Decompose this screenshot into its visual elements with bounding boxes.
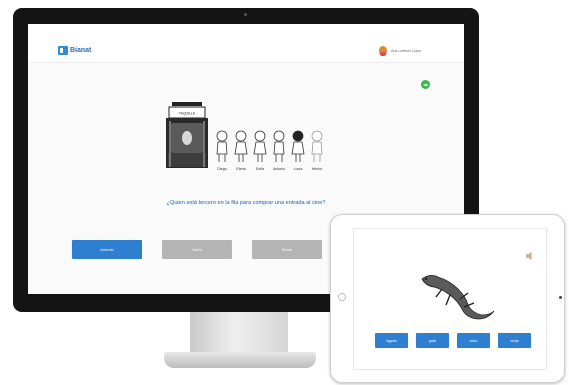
sound-button[interactable]: [421, 80, 430, 89]
ticket-booth-icon: TAQUILLA: [166, 102, 208, 168]
cinema-queue-illustration: TAQUILLA Diego Elena Sofía Antonio Lucía…: [166, 102, 323, 171]
tablet-answer-raton[interactable]: ratón: [457, 333, 490, 348]
logo-icon: [58, 46, 68, 55]
tablet-device: lagarto gallo ratón oveja: [330, 214, 565, 383]
avatar: [379, 46, 387, 56]
answer-button-elena[interactable]: Elena: [252, 240, 322, 259]
tablet-home-button[interactable]: [338, 293, 346, 301]
logo-text: Bianat: [70, 47, 92, 54]
question-text: ¿Quien está tercero en la fila para comp…: [166, 200, 326, 206]
user-name: Ana Lorenzo López: [391, 48, 422, 53]
character-lucia: Lucía: [291, 130, 305, 171]
character-diego: Diego: [216, 130, 228, 171]
queue-people: Diego Elena Sofía Antonio Lucía Héctor: [216, 130, 323, 171]
app-header: Bianat Ana Lorenzo López: [28, 24, 464, 63]
tablet-screen: lagarto gallo ratón oveja: [353, 228, 547, 370]
character-label: Antonio: [273, 167, 285, 171]
answer-button-antonio[interactable]: Antonio: [72, 240, 142, 259]
character-label: Diego: [217, 167, 226, 171]
character-label: Elena: [236, 167, 245, 171]
speaker-icon: [423, 82, 428, 87]
webcam: [244, 13, 247, 16]
character-hector: Héctor: [311, 130, 323, 171]
tablet-answer-oveja[interactable]: oveja: [498, 333, 531, 348]
character-elena: Elena: [234, 130, 248, 171]
monitor-base: [164, 352, 316, 368]
speaker-icon[interactable]: [526, 251, 534, 261]
tablet-answer-gallo[interactable]: gallo: [416, 333, 449, 348]
tablet-camera: [559, 296, 562, 299]
monitor-stand: [190, 312, 288, 356]
tablet-answer-options: lagarto gallo ratón oveja: [354, 333, 546, 349]
lizard-illustration: [421, 275, 495, 320]
app-logo[interactable]: Bianat: [58, 46, 91, 55]
user-menu[interactable]: Ana Lorenzo López: [379, 46, 422, 56]
cinema-sign: TAQUILLA: [179, 112, 196, 116]
character-label: Lucía: [294, 167, 303, 171]
character-label: Héctor: [312, 167, 323, 171]
answer-button-sofia[interactable]: Sofía: [162, 240, 232, 259]
character-sofia: Sofía: [253, 130, 267, 171]
character-label: Sofía: [256, 167, 264, 171]
tablet-answer-lagarto[interactable]: lagarto: [375, 333, 408, 348]
character-antonio: Antonio: [273, 130, 285, 171]
